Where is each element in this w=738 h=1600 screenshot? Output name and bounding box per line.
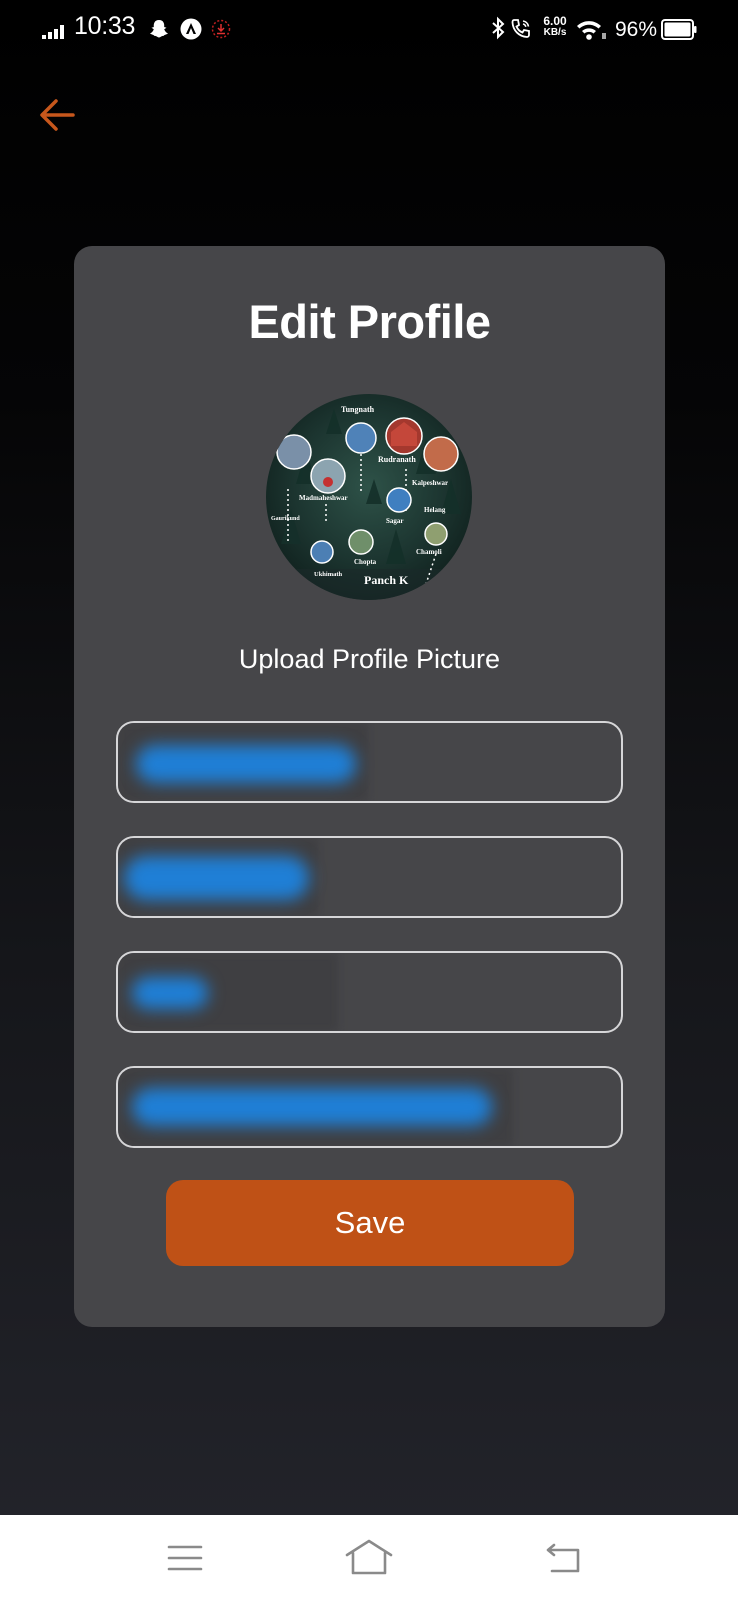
system-nav-bar (0, 1515, 738, 1600)
avatar-label-sagar: Sagar (386, 517, 404, 525)
avatar-label-chopta: Chopta (354, 558, 377, 566)
wifi-icon (577, 21, 606, 40)
network-speed-unit: KB/s (543, 27, 567, 38)
edit-profile-card: Edit Profile Tungnath Rudranath Kalpeshw… (74, 246, 665, 1327)
profile-field-1[interactable] (116, 721, 623, 803)
avatar-label-kalpeshwar: Kalpeshwar (412, 479, 448, 487)
status-time: 10:33 (74, 12, 136, 40)
profile-field-1-input[interactable] (118, 723, 621, 801)
avatar-label-panch: Panch K (364, 573, 409, 587)
status-bar: 10:33 6.00 KB/s 96% (0, 0, 738, 62)
volte-call-icon (511, 19, 530, 38)
snapchat-icon (150, 20, 168, 38)
avatar-label-tungnath: Tungnath (341, 405, 375, 414)
page-title: Edit Profile (248, 295, 491, 348)
profile-field-4[interactable] (116, 1066, 623, 1148)
avatar-label-ukhimath: Ukhimath (314, 571, 343, 578)
upload-profile-picture-link[interactable]: Upload Profile Picture (74, 644, 665, 675)
bluetooth-icon (492, 16, 505, 40)
menu-icon[interactable] (164, 1539, 206, 1577)
avatar-label-rudranath: Rudranath (378, 455, 416, 464)
profile-picture-image: Tungnath Rudranath Kalpeshwar Madmaheshw… (266, 394, 472, 600)
battery-icon (661, 19, 697, 40)
profile-field-2-input[interactable] (118, 838, 621, 916)
profile-avatar[interactable]: Tungnath Rudranath Kalpeshwar Madmaheshw… (266, 394, 472, 600)
save-button[interactable]: Save (166, 1180, 574, 1266)
app-a-icon (180, 18, 202, 40)
avatar-label-chamoli: Chamoli (416, 548, 442, 556)
profile-field-2[interactable] (116, 836, 623, 918)
battery-percent: 96% (615, 18, 658, 41)
profile-field-3-input[interactable] (118, 953, 621, 1031)
profile-field-3[interactable] (116, 951, 623, 1033)
network-speed-value: 6.00 (543, 14, 567, 28)
arrow-left-icon (40, 99, 75, 131)
avatar-label-madmaheshwar: Madmaheshwar (299, 494, 348, 502)
recording-icon (211, 19, 231, 39)
avatar-label-helang: Helang (424, 506, 446, 514)
signal-icon (42, 25, 64, 39)
profile-field-4-input[interactable] (118, 1068, 621, 1146)
back-button[interactable] (34, 92, 80, 138)
avatar-label-gaurikund: Gaurikund (271, 516, 300, 522)
back-icon[interactable] (544, 1539, 586, 1577)
network-speed: 6.00 KB/s (540, 15, 570, 39)
home-icon[interactable] (344, 1537, 394, 1577)
